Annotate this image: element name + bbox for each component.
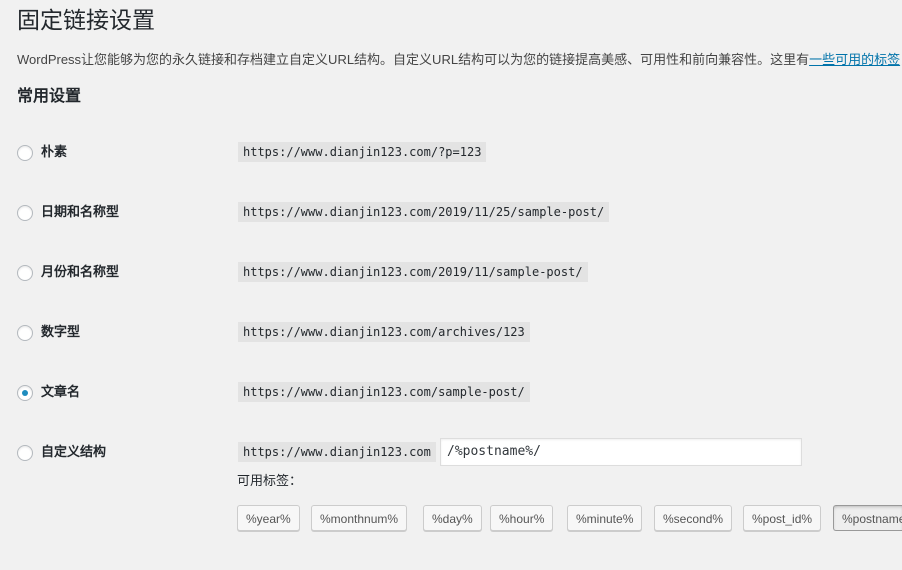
option-numeric[interactable]: 数字型 https://www.dianjin123.com/archives/… xyxy=(17,322,897,346)
tag-button-post-id[interactable]: %post_id% xyxy=(743,505,822,531)
option-label-month-name[interactable]: 月份和名称型 xyxy=(41,263,119,281)
radio-post-name[interactable] xyxy=(17,385,33,401)
intro-paragraph: WordPress让您能够为您的永久链接和存档建立自定义URL结构。自定义URL… xyxy=(17,51,902,69)
option-month-name[interactable]: 月份和名称型 https://www.dianjin123.com/2019/1… xyxy=(17,262,897,286)
example-url-day-name: https://www.dianjin123.com/2019/11/25/sa… xyxy=(238,202,610,222)
radio-plain[interactable] xyxy=(17,145,33,161)
radio-custom-structure[interactable] xyxy=(17,445,33,461)
tag-button-postname[interactable]: %postname% xyxy=(833,505,902,531)
page-title: 固定链接设置 xyxy=(17,7,155,33)
option-post-name[interactable]: 文章名 https://www.dianjin123.com/sample-po… xyxy=(17,382,897,406)
radio-day-name[interactable] xyxy=(17,205,33,221)
custom-structure-input[interactable]: /%postname%/ xyxy=(440,438,802,466)
tag-button-monthnum[interactable]: %monthnum% xyxy=(311,505,408,531)
option-label-day-name[interactable]: 日期和名称型 xyxy=(41,203,119,221)
custom-structure-prefix: https://www.dianjin123.com xyxy=(238,442,436,462)
example-url-plain: https://www.dianjin123.com/?p=123 xyxy=(238,142,487,162)
option-label-plain[interactable]: 朴素 xyxy=(41,143,67,161)
option-day-name[interactable]: 日期和名称型 https://www.dianjin123.com/2019/1… xyxy=(17,202,897,226)
option-label-post-name[interactable]: 文章名 xyxy=(41,383,80,401)
available-tags-label: 可用标签： xyxy=(237,473,303,488)
option-label-custom-structure[interactable]: 自定义结构 xyxy=(41,443,106,461)
option-label-numeric[interactable]: 数字型 xyxy=(41,323,80,341)
common-settings-heading: 常用设置 xyxy=(17,88,82,105)
radio-numeric[interactable] xyxy=(17,325,33,341)
example-url-month-name: https://www.dianjin123.com/2019/11/sampl… xyxy=(238,262,588,282)
available-tags-link[interactable]: 一些可用的标签 xyxy=(809,52,900,67)
option-plain[interactable]: 朴素 https://www.dianjin123.com/?p=123 xyxy=(17,142,897,166)
example-url-numeric: https://www.dianjin123.com/archives/123 xyxy=(238,322,530,342)
intro-text: WordPress让您能够为您的永久链接和存档建立自定义URL结构。自定义URL… xyxy=(17,52,810,67)
example-url-post-name: https://www.dianjin123.com/sample-post/ xyxy=(238,382,530,402)
tag-button-minute[interactable]: %minute% xyxy=(567,505,643,531)
tag-button-hour[interactable]: %hour% xyxy=(490,505,554,531)
tag-button-year[interactable]: %year% xyxy=(237,505,300,531)
option-custom-structure[interactable]: 自定义结构 https://www.dianjin123.com /%postn… xyxy=(17,438,897,466)
tag-button-second[interactable]: %second% xyxy=(654,505,733,531)
permalink-settings-page: 固定链接设置 WordPress让您能够为您的永久链接和存档建立自定义URL结构… xyxy=(0,0,902,570)
radio-month-name[interactable] xyxy=(17,265,33,281)
tag-button-day[interactable]: %day% xyxy=(423,505,482,531)
